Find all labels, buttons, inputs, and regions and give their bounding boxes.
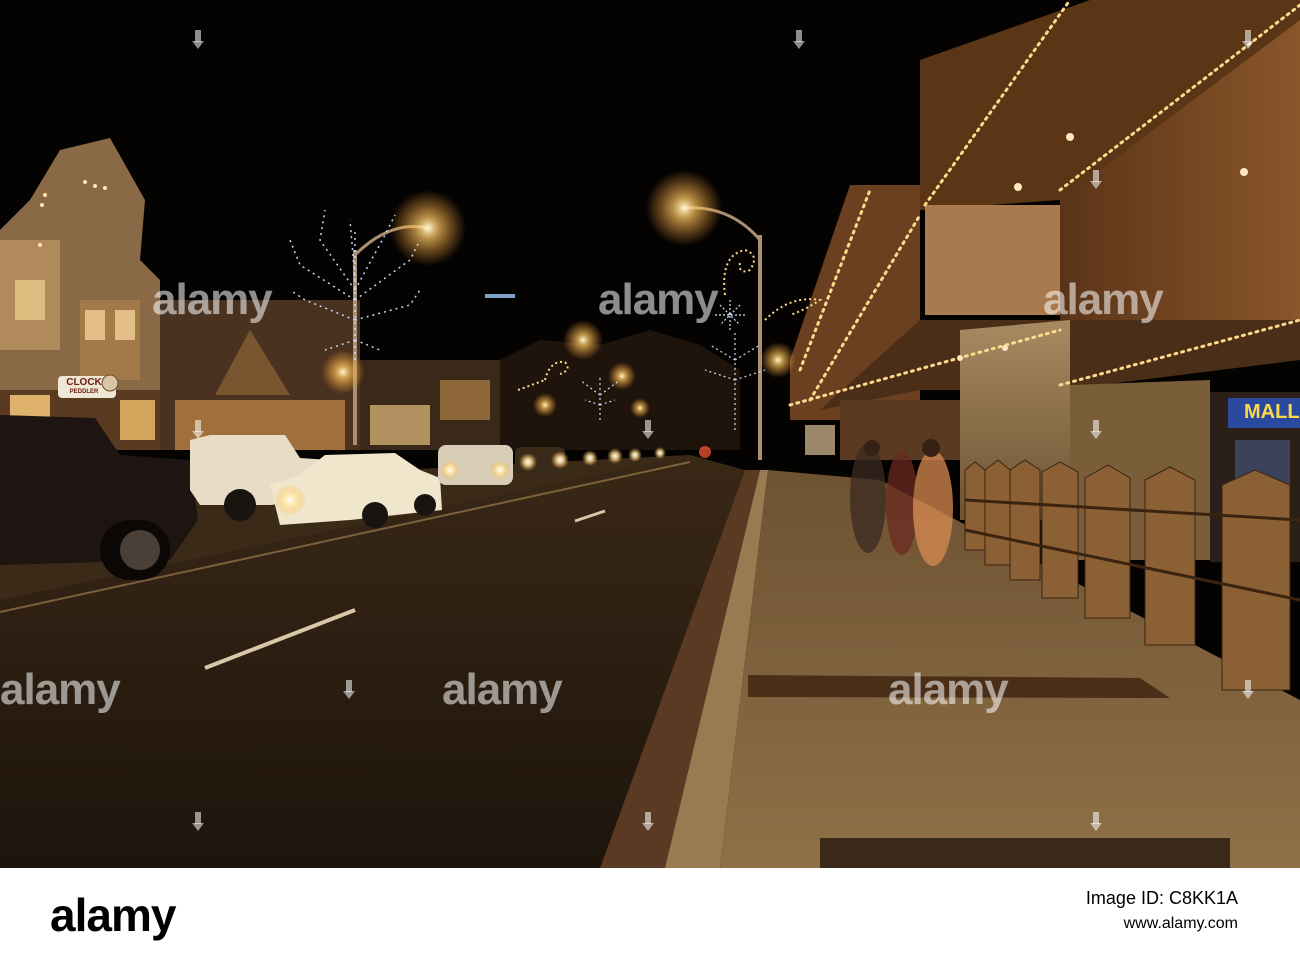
shop-window: [370, 405, 430, 445]
footer-info: Image ID: C8KK1A www.alamy.com: [1086, 888, 1238, 933]
download-icon: [1090, 812, 1102, 834]
download-icon: [642, 420, 654, 442]
watermark-text: alamy: [598, 275, 719, 324]
clock-sign-line1: CLOCK: [66, 377, 102, 388]
utility-cover: [820, 838, 1230, 868]
download-icon: [192, 420, 204, 442]
download-icon: [192, 30, 204, 52]
download-icon: [343, 680, 355, 702]
shop-sign-board: [440, 380, 490, 420]
download-icon: [1090, 420, 1102, 442]
mall-sign-text: MALL: [1244, 401, 1300, 423]
photo-scene: CLOCK PEDDLER MALL alamy alamy alamy ala…: [0, 0, 1300, 868]
window: [115, 310, 135, 340]
distant-blue-light: [485, 294, 515, 298]
watermark-text: alamy: [0, 665, 121, 714]
window: [15, 280, 45, 320]
awning-panel: [925, 205, 1060, 315]
distant-hill: [500, 330, 740, 450]
image-id-label: Image ID: C8KK1A: [1085, 888, 1238, 908]
window: [85, 310, 105, 340]
download-icon: [642, 812, 654, 834]
download-icon: [1242, 30, 1254, 52]
clock-sign-line2: PEDDLER: [69, 389, 99, 395]
clock-sign-text: CLOCK PEDDLER: [60, 377, 108, 396]
download-icon: [1090, 170, 1102, 192]
shop-window: [120, 400, 155, 440]
footer-bar: alamy Image ID: C8KK1A www.alamy.com: [0, 868, 1300, 956]
watermark-text: alamy: [442, 665, 563, 714]
footer-logo: alamy: [50, 889, 176, 941]
download-icon: [192, 812, 204, 834]
watermark-text: alamy: [152, 275, 273, 324]
shop-window: [805, 425, 835, 455]
download-icon: [1242, 680, 1254, 702]
watermark-text: alamy: [1043, 275, 1164, 324]
site-url: www.alamy.com: [1123, 915, 1238, 932]
right-storefront: [840, 400, 960, 460]
pedestrians: [850, 439, 953, 566]
download-icon: [793, 30, 805, 52]
watermark-text: alamy: [888, 665, 1009, 714]
